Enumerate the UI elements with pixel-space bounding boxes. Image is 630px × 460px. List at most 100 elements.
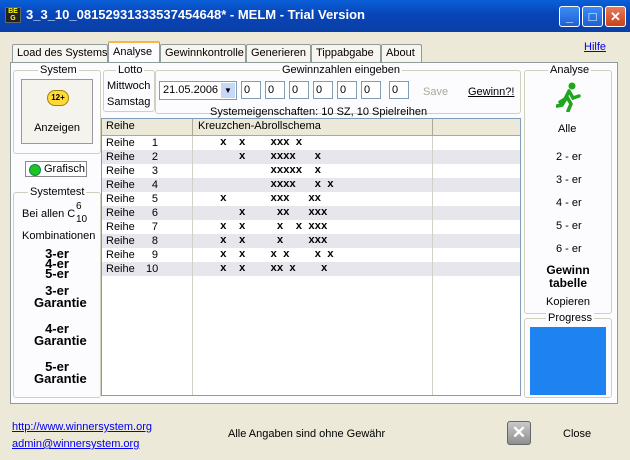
lotto-title: Lotto xyxy=(116,64,145,76)
close-x-icon[interactable]: ✕ xyxy=(507,421,531,445)
row-marks: xxxx x x xyxy=(220,179,334,191)
row-label: Reihe xyxy=(106,165,135,177)
analyse-6er[interactable]: 6 - er xyxy=(556,243,582,255)
row-label: Reihe xyxy=(106,179,135,191)
row-marks: x xxxx x xyxy=(220,151,321,163)
row-marks: x xx xxx xyxy=(220,207,328,219)
system-group-title: System xyxy=(38,64,79,76)
table-row[interactable]: Reihe 7 x x x x xxx xyxy=(102,220,520,234)
number-field-3[interactable]: 0 xyxy=(289,81,309,99)
gewinnzahlen-title: Gewinnzahlen eingeben xyxy=(280,64,403,76)
analyse-alle-label[interactable]: Alle xyxy=(558,123,576,135)
chevron-down-icon[interactable]: ▼ xyxy=(221,83,235,98)
row-number: 8 xyxy=(151,235,158,247)
close-button[interactable]: Close xyxy=(563,428,591,440)
analyse-5er[interactable]: 5 - er xyxy=(556,220,582,232)
number-field-5[interactable]: 0 xyxy=(337,81,357,99)
row-number: 9 xyxy=(151,249,158,261)
row-number: 7 xyxy=(151,221,158,233)
grid-header-schema: Kreuzchen-Abrollschema xyxy=(198,120,321,132)
tab-analyse[interactable]: Analyse xyxy=(108,41,160,63)
systemtest-line2: Kombinationen xyxy=(22,230,96,242)
day-mittwoch[interactable]: Mittwoch xyxy=(107,80,150,92)
row-label: Reihe xyxy=(106,263,135,275)
tab-gewinnkontrolle[interactable]: Gewinnkontrolle xyxy=(160,44,246,62)
number-field-1[interactable]: 0 xyxy=(241,81,261,99)
date-picker[interactable]: 21.05.2006 ▼ xyxy=(159,81,237,100)
table-row[interactable]: Reihe 1 x x xxx x xyxy=(102,136,520,150)
minimize-button[interactable]: _ xyxy=(559,6,580,27)
number-field-6[interactable]: 0 xyxy=(361,81,381,99)
gewinn-tabelle-line2: tabelle xyxy=(548,276,587,290)
table-row[interactable]: Reihe 2 x xxxx x xyxy=(102,150,520,164)
speech-bubble-icon: 12+ xyxy=(47,90,69,106)
analyse-4er[interactable]: 4 - er xyxy=(556,197,582,209)
systemtest-line1: Bei allen C xyxy=(22,208,76,220)
close-window-button[interactable]: ✕ xyxy=(605,6,626,27)
row-label: Reihe xyxy=(106,151,135,163)
test-5er-button[interactable]: 5-er xyxy=(34,267,80,280)
maximize-button[interactable]: □ xyxy=(582,6,603,27)
progress-bar xyxy=(530,327,606,395)
row-number: 4 xyxy=(151,179,158,191)
systemtest-sup: 6 xyxy=(76,201,82,212)
anzeigen-button[interactable]: 12+ Anzeigen xyxy=(21,79,93,144)
test-4er-garantie-button[interactable]: 4-er Garantie xyxy=(34,322,87,347)
row-number: 2 xyxy=(151,151,158,163)
website-link[interactable]: http://www.winnersystem.org xyxy=(12,421,152,433)
table-row[interactable]: Reihe 10 x x xx x x xyxy=(102,262,520,276)
table-row[interactable]: Reihe 8 x x x xxx xyxy=(102,234,520,248)
table-row[interactable]: Reihe 3 xxxxx x xyxy=(102,164,520,178)
row-number: 5 xyxy=(151,193,158,205)
gewinn-button[interactable]: Gewinn?! xyxy=(468,86,514,98)
disclaimer-text: Alle Angaben sind ohne Gewähr xyxy=(228,428,386,440)
day-samstag[interactable]: Samstag xyxy=(107,96,150,108)
row-number: 6 xyxy=(151,207,158,219)
date-value: 21.05.2006 xyxy=(163,84,219,96)
row-label: Reihe xyxy=(106,249,135,261)
row-marks: x x x xxx xyxy=(220,235,328,247)
tab-tippabgabe[interactable]: Tippabgabe xyxy=(311,44,381,62)
row-number: 3 xyxy=(151,165,158,177)
row-marks: x x xxx x xyxy=(220,137,302,149)
help-link[interactable]: Hilfe xyxy=(584,41,606,53)
kopieren-button[interactable]: Kopieren xyxy=(546,296,590,308)
reihen-grid[interactable]: Reihe Kreuzchen-Abrollschema Reihe 1 x x x… xyxy=(101,118,521,396)
grid-rows: Reihe 1 x x xxx x Reihe 2 x xxxx x Reihe 3 xxx… xyxy=(102,136,520,276)
row-label: Reihe xyxy=(106,235,135,247)
row-label: Reihe xyxy=(106,221,135,233)
number-field-2[interactable]: 0 xyxy=(265,81,285,99)
row-number: 1 xyxy=(151,137,158,149)
system-properties: Systemeigenschaften: 10 SZ, 10 Spielreih… xyxy=(210,106,428,118)
test-3er-garantie-button[interactable]: 3-er Garantie xyxy=(34,284,87,309)
row-label: Reihe xyxy=(106,207,135,219)
table-row[interactable]: Reihe 4 xxxx x x xyxy=(102,178,520,192)
app-icon[interactable]: BE G xyxy=(5,7,21,23)
row-marks: x x x x xxx xyxy=(220,221,328,233)
analyse-3er[interactable]: 3 - er xyxy=(556,174,582,186)
save-button[interactable]: Save xyxy=(423,86,448,98)
running-man-icon[interactable] xyxy=(555,82,582,113)
gewinn-tabelle-button[interactable]: Gewinn tabelle xyxy=(544,264,592,290)
row-marks: xxxxx x xyxy=(220,165,321,177)
tab-about[interactable]: About xyxy=(381,44,422,62)
progress-title: Progress xyxy=(546,312,595,324)
row-label: Reihe xyxy=(106,137,135,149)
systemtest-title: Systemtest xyxy=(28,186,87,198)
tab-generieren[interactable]: Generieren xyxy=(246,44,311,62)
row-label: Reihe xyxy=(106,193,135,205)
table-row[interactable]: Reihe 6 x xx xxx xyxy=(102,206,520,220)
number-field-zusatz[interactable]: 0 xyxy=(389,81,409,99)
analyse-2er[interactable]: 2 - er xyxy=(556,151,582,163)
grafisch-toggle[interactable]: Grafisch xyxy=(25,161,87,177)
grafisch-label: Grafisch xyxy=(44,163,85,175)
email-link[interactable]: admin@winnersystem.org xyxy=(12,438,139,450)
systemtest-sub: 10 xyxy=(76,214,88,225)
table-row[interactable]: Reihe 5 x xxx xx xyxy=(102,192,520,206)
test-5er-garantie-button[interactable]: 5-er Garantie xyxy=(34,360,87,385)
anzeigen-label: Anzeigen xyxy=(34,122,80,134)
tab-load-des-systems[interactable]: Load des Systems xyxy=(12,44,108,62)
grid-header: Reihe Kreuzchen-Abrollschema xyxy=(102,119,520,136)
number-field-4[interactable]: 0 xyxy=(313,81,333,99)
table-row[interactable]: Reihe 9 x x x x x x xyxy=(102,248,520,262)
